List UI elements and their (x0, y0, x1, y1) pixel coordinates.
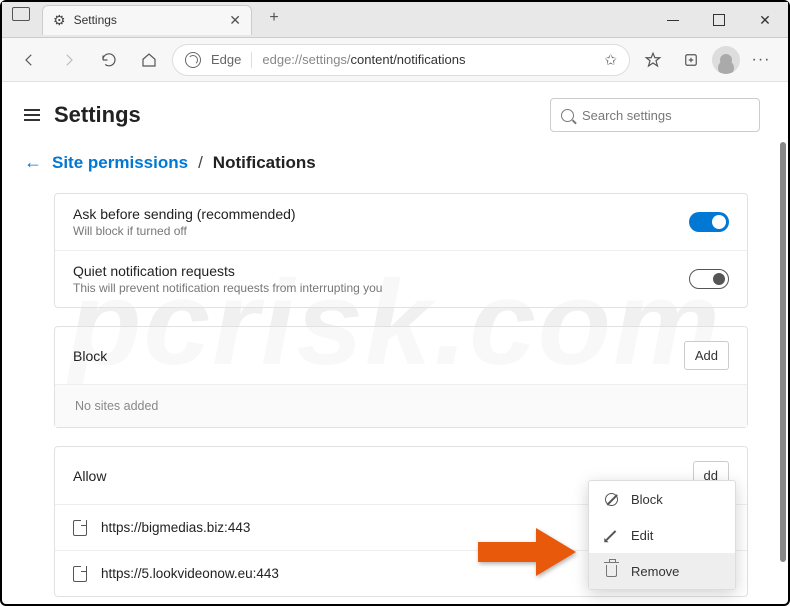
file-icon (73, 566, 87, 582)
title-bar: ⚙ Settings ✕ + ✕ (2, 2, 788, 38)
breadcrumb-current: Notifications (213, 153, 316, 173)
nav-home[interactable] (132, 43, 166, 77)
search-icon (561, 109, 574, 122)
nav-back[interactable] (12, 43, 46, 77)
ask-before-sending-desc: Will block if turned off (73, 224, 296, 238)
address-url: edge://settings/content/notifications (262, 52, 465, 67)
edit-icon (606, 530, 617, 541)
file-icon (73, 520, 87, 536)
new-tab-button[interactable]: + (260, 4, 288, 32)
address-bar[interactable]: Edge edge://settings/content/notificatio… (172, 44, 630, 76)
block-label: Block (73, 348, 107, 364)
ask-before-sending-label: Ask before sending (recommended) (73, 206, 296, 222)
browser-tab[interactable]: ⚙ Settings ✕ (42, 5, 252, 35)
profile-avatar[interactable] (712, 46, 740, 74)
menu-icon[interactable]: ··· (744, 43, 778, 77)
page-title: Settings (54, 102, 141, 128)
close-tab-icon[interactable]: ✕ (229, 12, 241, 29)
annotation-arrow (478, 525, 578, 584)
general-settings-card: Ask before sending (recommended) Will bl… (54, 193, 748, 308)
search-settings[interactable]: Search settings (550, 98, 760, 132)
nav-refresh[interactable] (92, 43, 126, 77)
window-maximize[interactable] (696, 2, 742, 38)
gear-icon: ⚙ (53, 12, 66, 29)
block-section: Block Add No sites added (54, 326, 748, 428)
edge-icon (185, 52, 201, 68)
window-minimize[interactable] (650, 2, 696, 38)
tab-actions-icon[interactable] (12, 7, 30, 21)
window-close[interactable]: ✕ (742, 2, 788, 38)
breadcrumb: ← Site permissions / Notifications (2, 144, 788, 193)
allow-label: Allow (73, 468, 106, 484)
quiet-requests-toggle[interactable] (689, 269, 729, 289)
address-label: Edge (211, 52, 241, 67)
hamburger-icon[interactable] (24, 109, 40, 121)
block-empty-text: No sites added (55, 384, 747, 427)
quiet-requests-label: Quiet notification requests (73, 263, 382, 279)
block-add-button[interactable]: Add (684, 341, 729, 370)
breadcrumb-back[interactable]: ← (24, 152, 42, 173)
scrollbar[interactable] (780, 142, 786, 562)
tab-title: Settings (74, 13, 222, 27)
nav-forward (52, 43, 86, 77)
search-placeholder: Search settings (582, 108, 672, 123)
context-menu: Block Edit Remove (588, 480, 736, 590)
quiet-requests-desc: This will prevent notification requests … (73, 281, 382, 295)
favorites-icon[interactable] (636, 43, 670, 77)
browser-toolbar: Edge edge://settings/content/notificatio… (2, 38, 788, 82)
breadcrumb-parent[interactable]: Site permissions (52, 153, 188, 173)
settings-header: Settings Search settings (2, 82, 788, 144)
block-icon (605, 493, 618, 506)
ask-before-sending-toggle[interactable] (689, 212, 729, 232)
trash-icon (606, 565, 617, 577)
ctx-remove[interactable]: Remove (589, 553, 735, 589)
collections-icon[interactable] (674, 43, 708, 77)
read-aloud-icon[interactable]: ✩ (604, 51, 617, 69)
ctx-edit[interactable]: Edit (589, 517, 735, 553)
ctx-block[interactable]: Block (589, 481, 735, 517)
